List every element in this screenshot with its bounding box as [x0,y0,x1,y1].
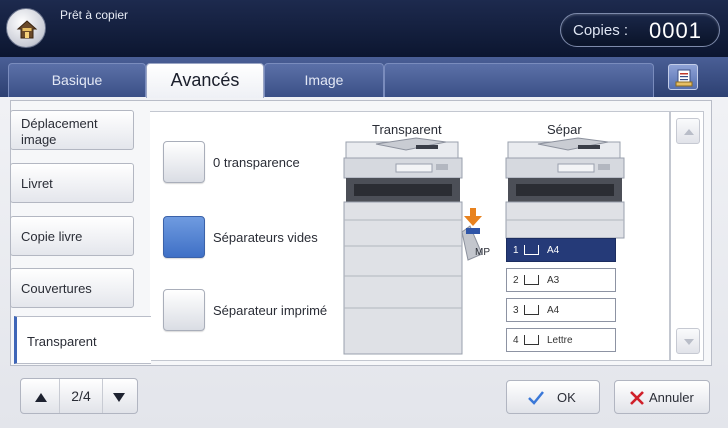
header-bar: Prêt à copier Copies : 0001 [0,0,728,57]
page-indicator: 2/4 [59,379,103,413]
copies-label: Copies : [573,22,629,39]
scrollbar[interactable] [670,111,704,361]
x-icon [630,391,644,405]
home-icon [16,20,38,39]
printer-illustration-left [343,137,483,355]
tray-size: Lettre [547,335,573,346]
tray-size: A3 [547,275,560,286]
tab-avances[interactable]: Avancés [146,63,264,98]
tab-bar: Basique Image Avancés [0,57,728,98]
triangle-up-icon [684,129,694,135]
home-button[interactable] [6,8,46,48]
sidebar-item-label: Livret [21,176,53,191]
preview-title-separ: Sépar [547,122,582,137]
preview-title-transparent: Transparent [372,122,442,137]
sidebar-item-livret[interactable]: Livret [10,163,134,203]
tray-number: 1 [513,245,519,256]
cancel-label: Annuler [649,390,694,405]
triangle-down-icon [684,339,694,345]
status-text: Prêt à copier [60,8,129,22]
option-label: 0 transparence [213,155,300,170]
tray-4[interactable]: 4 Lettre [506,328,616,352]
tray-number: 4 [513,335,519,346]
cancel-button[interactable]: Annuler [614,380,710,414]
tab-image[interactable]: Image [264,63,384,97]
tab-basique[interactable]: Basique [8,63,146,97]
scroll-up-button[interactable] [676,118,700,144]
paper-tray-icon [524,335,539,345]
tray-number: 2 [513,275,519,286]
mp-tray-label: MP [475,247,490,258]
page-up-icon[interactable] [31,389,51,405]
page-down-icon[interactable] [109,389,129,405]
sidebar-item-couvertures[interactable]: Couvertures [10,268,134,308]
printer-illustration-right [505,137,625,239]
ok-button[interactable]: OK [506,380,600,414]
scroll-down-button[interactable] [676,328,700,354]
tab-empty [384,63,654,97]
paper-tray-icon [524,305,539,315]
sidebar-item-transparent[interactable]: Transparent [14,316,151,364]
tray-3[interactable]: 3 A4 [506,298,616,322]
option-separateur-imprime-button[interactable] [163,289,205,331]
option-label: Séparateurs vides [213,230,318,245]
tray-size: A4 [547,245,560,256]
tray-number: 3 [513,305,519,316]
ok-label: OK [557,390,576,405]
paper-tray-icon [524,245,539,255]
copies-counter[interactable]: Copies : 0001 [560,13,720,47]
copy-app-screen: Prêt à copier Copies : 0001 Basique Imag… [0,0,728,428]
tray-2[interactable]: 2 A3 [506,268,616,292]
sidebar-item-label: Transparent [27,334,97,349]
check-icon [528,391,544,405]
option-0-transparence-button[interactable] [163,141,205,183]
paper-tray-icon [524,275,539,285]
tray-size: A4 [547,305,560,316]
sidebar-item-label: Copie livre [21,229,83,244]
option-separateurs-vides-button[interactable] [163,216,205,258]
page-navigator: 2/4 [20,378,138,414]
document-list-icon [675,69,693,87]
sidebar-item-label: Couvertures [21,281,92,296]
sidebar-item-label: Déplacement [21,116,98,131]
tray-1[interactable]: 1 A4 [506,238,616,262]
sidebar-item-copie-livre[interactable]: Copie livre [10,216,134,256]
copies-value: 0001 [649,18,702,43]
sidebar-item-label-line2: image [21,132,57,147]
tab-action-button[interactable] [668,64,698,90]
option-label: Séparateur imprimé [213,303,328,318]
sidebar-item-deplacement-image[interactable]: Déplacement image [10,110,134,150]
